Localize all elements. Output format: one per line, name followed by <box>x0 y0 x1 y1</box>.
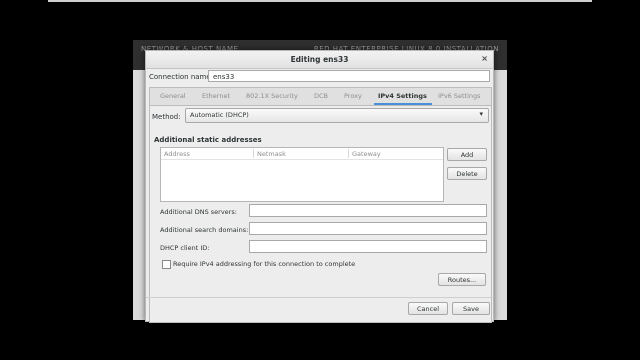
tab-dcb[interactable]: DCB <box>314 92 328 100</box>
dns-servers-label: Additional DNS servers: <box>160 208 237 216</box>
column-separator <box>253 149 254 158</box>
top-edge-bar <box>48 0 592 2</box>
method-value: Automatic (DHCP) <box>190 111 249 119</box>
require-ipv4-label[interactable]: Require IPv4 addressing for this connect… <box>173 260 355 268</box>
footer-divider <box>146 297 493 298</box>
delete-address-button[interactable]: Delete <box>447 167 487 180</box>
static-addresses-heading: Additional static addresses <box>154 136 262 144</box>
table-header-divider <box>161 159 443 160</box>
tab-proxy[interactable]: Proxy <box>344 92 362 100</box>
connection-name-label: Connection name: <box>149 73 214 81</box>
search-domains-input[interactable] <box>249 222 487 235</box>
tab-bar: General Ethernet 802.1X Security DCB Pro… <box>150 88 491 106</box>
chevron-down-icon: ▾ <box>479 110 483 118</box>
active-tab-indicator <box>374 103 432 105</box>
dhcp-client-id-input[interactable] <box>249 240 487 253</box>
column-header-netmask[interactable]: Netmask <box>257 150 286 158</box>
column-header-address[interactable]: Address <box>164 150 190 158</box>
tab-ethernet[interactable]: Ethernet <box>202 92 230 100</box>
cancel-button[interactable]: Cancel <box>408 302 448 315</box>
tab-ipv6-settings[interactable]: IPv6 Settings <box>438 92 481 100</box>
static-addresses-table[interactable]: Address Netmask Gateway <box>160 147 444 202</box>
method-label: Method: <box>152 113 181 121</box>
add-address-button[interactable]: Add <box>447 148 487 161</box>
tab-ipv4-settings[interactable]: IPv4 Settings <box>378 92 427 100</box>
dhcp-client-id-label: DHCP client ID: <box>160 244 210 252</box>
search-domains-label: Additional search domains: <box>160 226 249 234</box>
dialog-titlebar: Editing ens33 × <box>146 51 493 69</box>
require-ipv4-checkbox[interactable] <box>162 260 171 269</box>
method-dropdown[interactable]: Automatic (DHCP) ▾ <box>185 108 489 123</box>
edit-connection-dialog: Editing ens33 × Connection name: ens33 G… <box>145 50 494 323</box>
tab-general[interactable]: General <box>160 92 186 100</box>
dns-servers-input[interactable] <box>249 204 487 217</box>
connection-name-input[interactable]: ens33 <box>208 70 490 82</box>
column-separator <box>348 149 349 158</box>
close-icon[interactable]: × <box>481 54 488 63</box>
tab-8021x-security[interactable]: 802.1X Security <box>246 92 298 100</box>
routes-button[interactable]: Routes... <box>438 273 486 286</box>
save-button[interactable]: Save <box>452 302 490 315</box>
dialog-title: Editing ens33 <box>290 55 349 64</box>
column-header-gateway[interactable]: Gateway <box>352 150 381 158</box>
